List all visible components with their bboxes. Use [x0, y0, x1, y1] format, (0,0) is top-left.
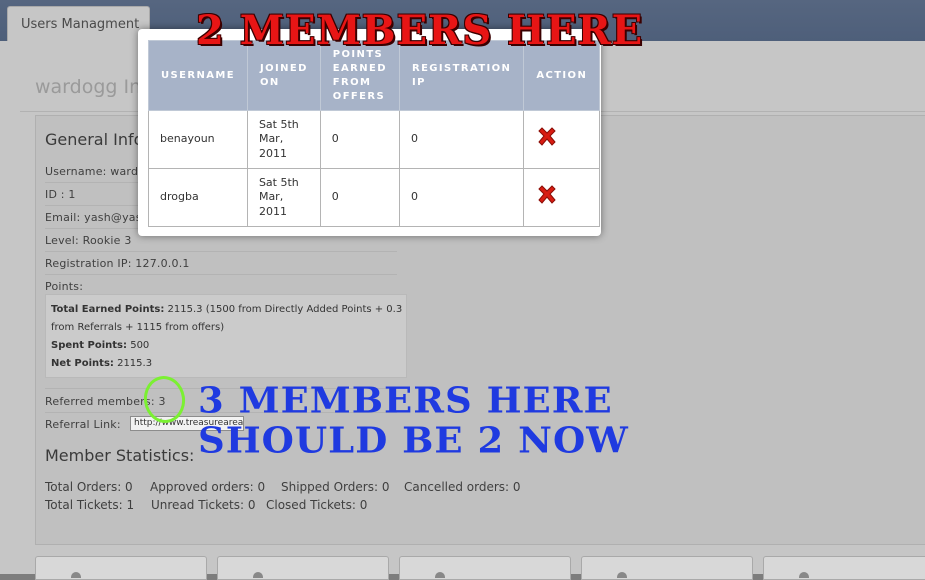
unread-tickets: Unread Tickets: 0 [151, 498, 256, 512]
table-row: benayoun Sat 5th Mar, 2011 0 0 [148, 110, 601, 169]
cell-action [523, 110, 601, 169]
referral-link-label: Referral Link: [45, 418, 121, 431]
general-info-title: General Info [45, 130, 144, 149]
action-button[interactable] [35, 556, 207, 580]
tab-users-management[interactable]: Users Managment [7, 6, 150, 43]
cell-points: 0 [319, 110, 400, 169]
delete-icon[interactable] [535, 183, 559, 207]
points-summary-box: Total Earned Points: 2115.3 (1500 from D… [45, 294, 407, 378]
cell-ip: 0 [398, 110, 525, 169]
cell-username: benayoun [148, 110, 248, 169]
referred-members-label: Referred members: [45, 395, 155, 408]
button-icon [799, 572, 809, 578]
action-button[interactable] [763, 556, 925, 580]
total-earned-label: Total Earned Points: [51, 304, 165, 315]
cell-joined: Sat 5th Mar, 2011 [246, 110, 321, 169]
total-tickets: Total Tickets: 1 [45, 498, 135, 512]
id-row: ID : 1 [45, 188, 76, 201]
delete-icon[interactable] [535, 125, 559, 149]
cell-ip: 0 [398, 168, 525, 227]
action-button[interactable] [217, 556, 389, 580]
referred-members-table: USERNAME JOINED ON POINTS EARNED FROM OF… [148, 40, 601, 227]
tab-label: Users Managment [21, 17, 140, 32]
button-icon [435, 572, 445, 578]
divider [45, 251, 397, 252]
total-earned-value-cont: from Referrals + 1115 from offers) [51, 322, 225, 333]
net-points-value: 2115.3 [117, 358, 153, 369]
page-title: wardogg In [35, 76, 142, 98]
email-row: Email: yash@yas [45, 211, 142, 224]
button-icon [71, 572, 81, 578]
points-label: Points: [45, 280, 84, 293]
spent-points-value: 500 [130, 340, 150, 351]
total-earned-value: 2115.3 (1500 from Directly Added Points … [167, 304, 403, 315]
shipped-orders: Shipped Orders: 0 [281, 480, 390, 494]
registration-ip-row: Registration IP: 127.0.0.1 [45, 257, 190, 270]
annotation-should-be-two: SHOULD BE 2 NOW [198, 419, 629, 461]
cell-points: 0 [319, 168, 400, 227]
annotation-two-members: 2 MEMBERS HERE [196, 7, 644, 54]
cancelled-orders: Cancelled orders: 0 [404, 480, 521, 494]
cell-username: drogba [148, 168, 248, 227]
button-icon [617, 572, 627, 578]
net-points-label: Net Points: [51, 358, 114, 369]
total-orders: Total Orders: 0 [45, 480, 133, 494]
username-row: Username: wardo [45, 165, 146, 178]
button-icon [253, 572, 263, 578]
member-statistics-title: Member Statistics: [45, 446, 195, 465]
closed-tickets: Closed Tickets: 0 [266, 498, 368, 512]
action-button[interactable] [399, 556, 571, 580]
cell-joined: Sat 5th Mar, 2011 [246, 168, 321, 227]
approved-orders: Approved orders: 0 [150, 480, 266, 494]
table-row: drogba Sat 5th Mar, 2011 0 0 [148, 168, 601, 227]
cell-action [523, 168, 601, 227]
action-button[interactable] [581, 556, 753, 580]
level-row: Level: Rookie 3 [45, 234, 132, 247]
divider [45, 274, 397, 275]
spent-points-label: Spent Points: [51, 340, 128, 351]
annotation-three-members: 3 MEMBERS HERE [198, 379, 613, 421]
